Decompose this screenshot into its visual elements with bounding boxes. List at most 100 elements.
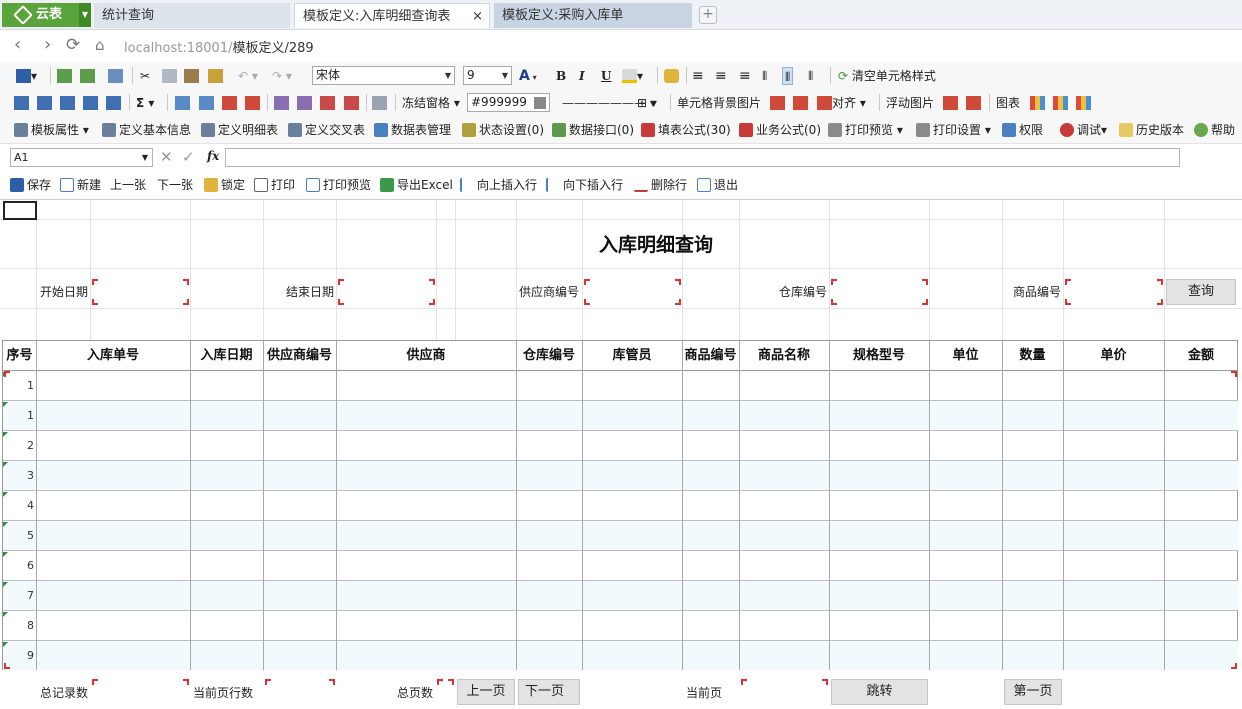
warehouse-no-input[interactable] <box>831 279 928 305</box>
history-button[interactable]: 历史版本 <box>1119 121 1184 139</box>
percent-icon[interactable] <box>372 94 387 112</box>
tab-statistics[interactable]: 统计查询 <box>94 3 290 28</box>
italic-icon[interactable]: I <box>579 67 585 85</box>
next-page-button[interactable]: 下一页 <box>518 679 580 705</box>
lock-icon[interactable] <box>664 67 679 85</box>
chevron-down-icon[interactable]: ▼ <box>79 3 91 27</box>
redo-icon[interactable]: ↷ ▾ <box>272 67 292 85</box>
cancel-icon[interactable]: ✕ <box>160 148 173 166</box>
lock-button[interactable]: 锁定 <box>204 177 245 193</box>
insert-col-icon[interactable] <box>199 94 214 112</box>
rows-icon[interactable] <box>60 94 75 112</box>
print-preview-button[interactable]: 打印预览 ▾ <box>828 121 903 139</box>
help-button[interactable]: 帮助 <box>1194 121 1235 139</box>
business-formula-button[interactable]: 业务公式(0) <box>739 121 821 139</box>
print-preview-action-button[interactable]: 打印预览 <box>306 177 371 193</box>
total-pages-field[interactable] <box>437 679 454 705</box>
color-input[interactable]: #999999 <box>467 93 550 112</box>
close-icon[interactable]: × <box>472 4 483 29</box>
prev-page-button[interactable]: 上一页 <box>457 679 515 705</box>
cell-bg-image-button[interactable]: 单元格背景图片 <box>677 94 761 112</box>
table-row[interactable] <box>3 641 1238 670</box>
delete-row-button[interactable]: 删除行 <box>634 177 687 193</box>
bar-chart-2-icon[interactable] <box>1053 94 1068 112</box>
delete-row-icon[interactable] <box>222 94 237 112</box>
supplier-no-input[interactable] <box>584 279 681 305</box>
export-icon[interactable] <box>108 67 123 85</box>
font-size-select[interactable]: 9 ▼ <box>463 66 512 85</box>
end-date-input[interactable] <box>338 279 435 305</box>
product-no-input[interactable] <box>1065 279 1163 305</box>
data-interface-button[interactable]: 数据接口(0) <box>552 121 634 139</box>
sum-icon[interactable]: Σ ▾ <box>136 94 154 112</box>
template-props-button[interactable]: 模板属性 ▾ <box>14 121 89 139</box>
print-settings-button[interactable]: 打印设置 ▾ <box>916 121 991 139</box>
new-button[interactable]: 新建 <box>60 177 101 193</box>
cell-reference-select[interactable]: A1 ▼ <box>10 148 153 167</box>
align-button[interactable]: 对齐 ▾ <box>817 94 866 112</box>
undo-icon[interactable]: ↶ ▾ <box>238 67 258 85</box>
paste-icon[interactable] <box>184 67 199 85</box>
table-row[interactable] <box>3 581 1238 610</box>
spreadsheet[interactable]: 入库明细查询 开始日期 结束日期 供应商编号 仓库编号 商品编号 查询 1 1 2 3… <box>0 199 1242 709</box>
bar-chart-icon[interactable] <box>1030 94 1045 112</box>
status-settings-button[interactable]: 状态设置(0) <box>462 121 544 139</box>
float-add-icon[interactable] <box>943 94 958 112</box>
format-painter-icon[interactable] <box>208 67 223 85</box>
columns-icon[interactable] <box>83 94 98 112</box>
table-row[interactable] <box>3 401 1238 430</box>
valign-bottom-icon[interactable]: ⦀ <box>808 67 813 85</box>
page-break-remove-icon[interactable] <box>344 94 359 112</box>
define-basic-button[interactable]: 定义基本信息 <box>102 121 191 139</box>
bg-image-add-icon[interactable] <box>770 94 785 112</box>
home-icon[interactable]: ⌂ <box>95 35 105 55</box>
float-image-button[interactable]: 浮动图片 <box>886 94 934 112</box>
cut-icon[interactable]: ✂ <box>140 67 150 85</box>
bg-image-remove-icon[interactable] <box>793 94 808 112</box>
copy-icon[interactable] <box>162 67 177 85</box>
jump-button[interactable]: 跳转 <box>831 679 928 705</box>
address-bar[interactable]: localhost:18001/模板定义/289 <box>124 37 314 56</box>
valign-top-icon[interactable]: ⦀ <box>762 67 767 85</box>
print-button[interactable]: 打印 <box>254 177 295 193</box>
table-icon[interactable] <box>14 94 29 112</box>
paste-format-icon[interactable] <box>80 67 95 85</box>
font-color-icon[interactable]: A ▾ <box>519 67 537 85</box>
bar-chart-3-icon[interactable] <box>1076 94 1091 112</box>
rows-per-page-field[interactable] <box>265 679 335 705</box>
insert-row-icon[interactable] <box>175 94 190 112</box>
border-icon[interactable]: ⊞ ▾ <box>637 94 657 112</box>
table-row[interactable] <box>3 551 1238 580</box>
font-select[interactable]: 宋体 ▼ <box>312 66 455 85</box>
permissions-button[interactable]: 权限 <box>1002 121 1043 139</box>
valign-middle-icon[interactable]: ⦀ <box>782 67 794 85</box>
save-icon[interactable]: ▾ <box>16 67 37 85</box>
align-center-icon[interactable]: ≡ <box>715 67 727 85</box>
tab-template-purchase-inbound[interactable]: 模板定义:采购入库单 <box>494 3 692 28</box>
back-icon[interactable]: ‹ <box>14 35 21 55</box>
formula-input[interactable] <box>225 148 1180 167</box>
table-row[interactable] <box>3 521 1238 550</box>
fill-formula-button[interactable]: 填表公式(30) <box>641 121 731 139</box>
define-detail-button[interactable]: 定义明细表 <box>201 121 278 139</box>
freeze-panes-button[interactable]: 冻结窗格 ▾ <box>402 94 460 112</box>
selected-cell[interactable] <box>3 201 37 220</box>
fx-icon[interactable]: fx <box>207 149 219 163</box>
bold-icon[interactable]: B <box>556 67 566 85</box>
underline-icon[interactable]: U <box>601 67 611 85</box>
confirm-icon[interactable]: ✓ <box>182 148 195 166</box>
chart-button[interactable]: 图表 <box>996 94 1020 112</box>
move-up-icon[interactable] <box>274 94 289 112</box>
datatable-manage-button[interactable]: 数据表管理 <box>374 121 451 139</box>
add-tab-icon[interactable]: + <box>699 6 717 24</box>
current-page-field[interactable] <box>741 679 828 705</box>
start-date-input[interactable] <box>92 279 189 305</box>
grid-icon[interactable] <box>37 94 52 112</box>
app-menu-button[interactable]: 云表 ▼ <box>2 3 91 27</box>
prev-record-button[interactable]: 上一张 <box>110 177 146 193</box>
total-records-field[interactable] <box>92 679 189 705</box>
align-right-icon[interactable]: ≡ <box>739 67 751 85</box>
fill-color-icon[interactable]: ▾ <box>622 67 643 85</box>
move-down-icon[interactable] <box>297 94 312 112</box>
tab-template-inbound-detail[interactable]: 模板定义:入库明细查询表 × <box>294 3 490 28</box>
